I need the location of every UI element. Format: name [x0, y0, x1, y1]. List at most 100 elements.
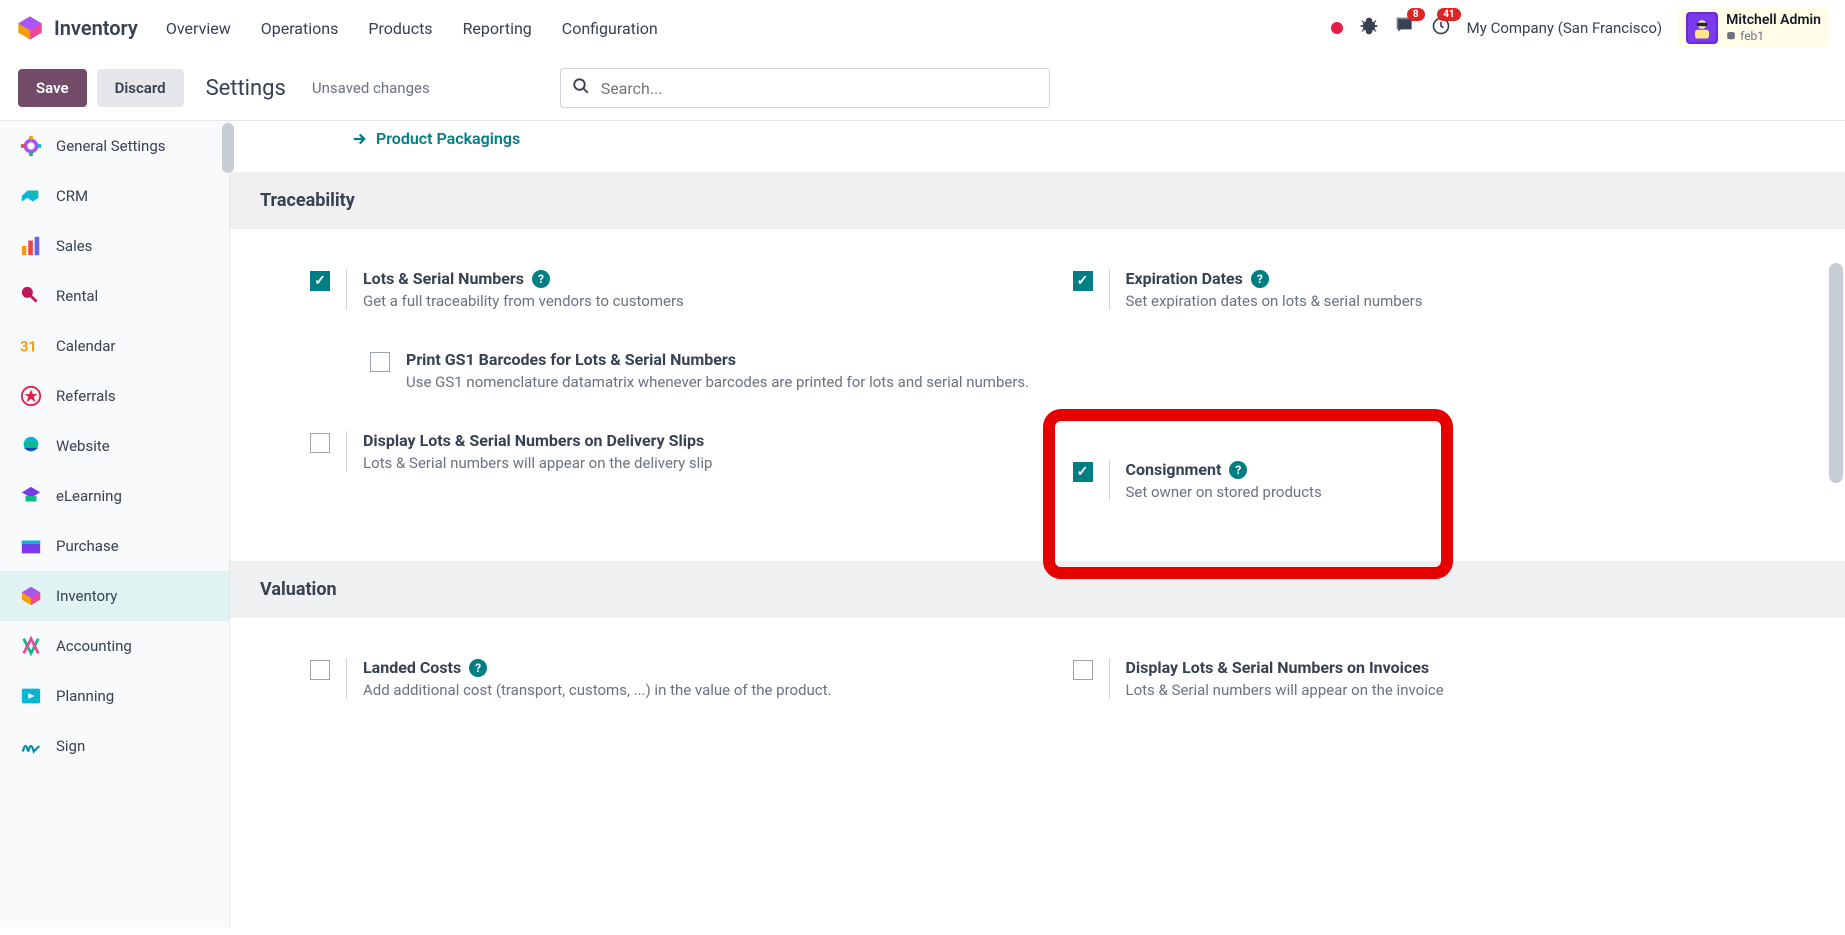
sidebar-label: Calendar [56, 337, 116, 355]
nav-operations[interactable]: Operations [261, 19, 339, 38]
sidebar-label: CRM [56, 187, 88, 205]
checkbox-delivery[interactable] [310, 433, 330, 453]
setting-consignment: Consignment? Set owner on stored product… [1053, 440, 1816, 521]
sidebar-label: Inventory [56, 587, 117, 605]
checkbox-expiration[interactable] [1073, 271, 1093, 291]
product-packagings-link[interactable]: Product Packagings [230, 121, 1845, 172]
sidebar-item-sign[interactable]: Sign [0, 721, 229, 771]
sidebar-item-rental[interactable]: Rental [0, 271, 229, 321]
calendar-icon: 31 [20, 335, 42, 357]
debug-icon[interactable] [1359, 16, 1379, 40]
sidebar-label: Planning [56, 687, 114, 705]
app-logo-icon[interactable] [16, 14, 44, 42]
page-title: Settings [206, 76, 286, 101]
help-icon[interactable]: ? [1251, 270, 1269, 288]
sidebar-item-general-settings[interactable]: General Settings [0, 121, 229, 171]
help-icon[interactable]: ? [469, 659, 487, 677]
star-badge-icon [20, 385, 42, 407]
user-menu[interactable]: Mitchell Admin feb1 [1678, 8, 1829, 48]
setting-title-label: Display Lots & Serial Numbers on Deliver… [363, 431, 704, 450]
graduation-cap-icon [20, 485, 42, 507]
user-db: feb1 [1726, 29, 1821, 43]
accounting-icon [20, 635, 42, 657]
nav-configuration[interactable]: Configuration [562, 19, 658, 38]
svg-text:31: 31 [20, 338, 37, 356]
app-title[interactable]: Inventory [54, 16, 138, 40]
setting-title-label: Print GS1 Barcodes for Lots & Serial Num… [406, 350, 736, 369]
setting-gs1: Print GS1 Barcodes for Lots & Serial Num… [350, 340, 1053, 401]
setting-desc: Lots & Serial numbers will appear on the… [1126, 681, 1796, 699]
checkbox-consignment[interactable] [1073, 462, 1093, 482]
globe-icon [20, 435, 42, 457]
key-icon [20, 285, 42, 307]
setting-desc: Set owner on stored products [1126, 483, 1796, 501]
nav-products[interactable]: Products [368, 19, 432, 38]
checkbox-lots[interactable] [310, 271, 330, 291]
setting-desc: Lots & Serial numbers will appear on the… [363, 454, 1033, 472]
setting-landed-costs: Landed Costs? Add additional cost (trans… [290, 648, 1053, 709]
messages-badge: 8 [1407, 8, 1425, 21]
sidebar-label: Purchase [56, 537, 119, 555]
content-scrollbar-track[interactable] [1829, 123, 1843, 927]
sidebar-item-purchase[interactable]: Purchase [0, 521, 229, 571]
traceability-grid: Lots & Serial Numbers? Get a full tracea… [230, 229, 1845, 561]
help-icon[interactable]: ? [532, 270, 550, 288]
nav-right: 8 41 My Company (San Francisco) Mitchell… [1331, 8, 1829, 48]
sidebar-label: Referrals [56, 387, 116, 405]
setting-title-label: Consignment [1126, 460, 1222, 479]
nav-menu: Overview Operations Products Reporting C… [166, 19, 658, 38]
setting-invoices: Display Lots & Serial Numbers on Invoice… [1053, 648, 1816, 709]
sidebar-label: Website [56, 437, 110, 455]
messages-icon[interactable]: 8 [1395, 16, 1415, 40]
company-selector[interactable]: My Company (San Francisco) [1467, 19, 1662, 37]
checkbox-landed[interactable] [310, 660, 330, 680]
activities-icon[interactable]: 41 [1431, 16, 1451, 40]
search-wrap [560, 68, 1050, 108]
checkbox-gs1[interactable] [370, 352, 390, 372]
discard-button[interactable]: Discard [97, 69, 184, 107]
presence-indicator-icon[interactable] [1331, 22, 1343, 34]
setting-title-label: Lots & Serial Numbers [363, 269, 524, 288]
gear-icon [20, 135, 42, 157]
section-valuation: Valuation [230, 561, 1845, 618]
activities-badge: 41 [1437, 8, 1460, 21]
avatar-icon [1686, 12, 1718, 44]
top-navigation: Inventory Overview Operations Products R… [0, 0, 1845, 56]
sidebar-item-sales[interactable]: Sales [0, 221, 229, 271]
setting-delivery-slips: Display Lots & Serial Numbers on Deliver… [290, 421, 1053, 482]
sidebar: General Settings CRM Sales Rental 31 Cale… [0, 121, 230, 927]
sidebar-item-calendar[interactable]: 31 Calendar [0, 321, 229, 371]
checkbox-invoices[interactable] [1073, 660, 1093, 680]
sidebar-label: General Settings [56, 137, 166, 155]
sidebar-item-referrals[interactable]: Referrals [0, 371, 229, 421]
sidebar-item-elearning[interactable]: eLearning [0, 471, 229, 521]
search-icon [572, 77, 590, 99]
nav-overview[interactable]: Overview [166, 19, 231, 38]
main: General Settings CRM Sales Rental 31 Cale… [0, 120, 1845, 927]
setting-desc: Use GS1 nomenclature datamatrix whenever… [406, 373, 1033, 391]
content-scrollbar-thumb[interactable] [1829, 263, 1843, 483]
sidebar-item-accounting[interactable]: Accounting [0, 621, 229, 671]
setting-expiration: Expiration Dates? Set expiration dates o… [1053, 259, 1816, 320]
setting-title-label: Display Lots & Serial Numbers on Invoice… [1126, 658, 1430, 677]
sidebar-label: Sign [56, 737, 85, 755]
sidebar-item-website[interactable]: Website [0, 421, 229, 471]
unsaved-status: Unsaved changes [312, 79, 430, 97]
sidebar-label: eLearning [56, 487, 122, 505]
sidebar-item-inventory[interactable]: Inventory [0, 571, 229, 621]
sidebar-label: Sales [56, 237, 92, 255]
setting-desc: Add additional cost (transport, customs,… [363, 681, 1033, 699]
user-name: Mitchell Admin [1726, 12, 1821, 29]
setting-desc: Get a full traceability from vendors to … [363, 292, 1033, 310]
search-input[interactable] [560, 68, 1050, 108]
handshake-icon [20, 185, 42, 207]
planning-icon [20, 685, 42, 707]
nav-reporting[interactable]: Reporting [463, 19, 532, 38]
purchase-icon [20, 535, 42, 557]
setting-desc: Set expiration dates on lots & serial nu… [1126, 292, 1796, 310]
sidebar-item-planning[interactable]: Planning [0, 671, 229, 721]
setting-lots: Lots & Serial Numbers? Get a full tracea… [290, 259, 1053, 320]
help-icon[interactable]: ? [1229, 461, 1247, 479]
sidebar-item-crm[interactable]: CRM [0, 171, 229, 221]
save-button[interactable]: Save [18, 69, 87, 107]
